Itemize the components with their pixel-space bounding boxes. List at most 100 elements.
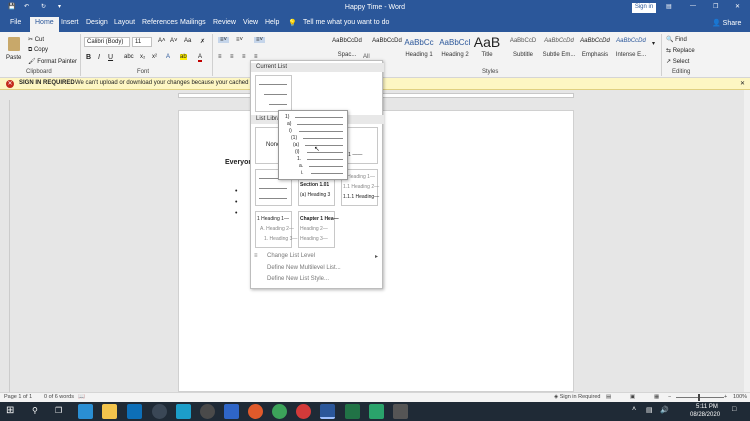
proofing-icon[interactable]: 📖 [78, 394, 85, 400]
zoom-out-icon[interactable]: − [668, 394, 671, 400]
tab-mailings[interactable]: Mailings [180, 19, 206, 26]
print-layout-icon[interactable]: ▣ [630, 394, 635, 400]
define-multilevel-list-item[interactable]: Define New Multilevel List... [267, 265, 341, 271]
firefox-icon[interactable] [248, 404, 263, 419]
notifications-icon[interactable]: □ [732, 406, 736, 413]
tile-text: 1. Heading 3— [264, 236, 298, 242]
font-size-select[interactable]: 11 [132, 37, 152, 47]
redo-icon[interactable]: ↻ [41, 3, 46, 10]
settings-icon[interactable] [200, 404, 215, 419]
ribbon-display-options-icon[interactable]: ▤ [666, 3, 672, 10]
submenu-arrow-icon: ▸ [375, 254, 379, 260]
grow-font-icon[interactable]: A˄ [158, 38, 166, 44]
styles-scroll-icon[interactable]: ▾ [652, 40, 655, 47]
tab-references[interactable]: References [142, 19, 178, 26]
calculator-icon[interactable] [224, 404, 239, 419]
file-explorer-icon[interactable] [102, 404, 117, 419]
undo-icon[interactable]: ↶ [24, 3, 29, 10]
find-button[interactable]: 🔍 Find [666, 36, 687, 43]
volume-icon[interactable]: 🔊 [660, 406, 669, 414]
focus-icon[interactable]: ▤ [606, 394, 611, 400]
bold-button[interactable]: B [86, 54, 91, 61]
cut-button[interactable]: ✂ Cut [28, 36, 44, 43]
tab-file[interactable]: File [10, 19, 21, 26]
tab-layout[interactable]: Layout [114, 19, 135, 26]
media-icon[interactable] [296, 404, 311, 419]
excel-icon[interactable] [345, 404, 360, 419]
clock-date[interactable]: 08/28/2020 [690, 412, 720, 418]
store-icon[interactable] [127, 404, 142, 419]
bullets-icon[interactable]: ≡˅ [218, 37, 230, 43]
highlight-icon[interactable]: ab [180, 54, 187, 60]
font-name-select[interactable]: Calibri (Body) [84, 37, 130, 47]
customize-quick-access-icon[interactable]: ▾ [58, 3, 61, 10]
list-line [295, 117, 343, 118]
current-list-tile[interactable] [255, 75, 292, 112]
zoom-slider-thumb[interactable] [698, 394, 700, 401]
clock-icon[interactable] [152, 404, 167, 419]
list-heading-letter-tile[interactable]: 1 Heading 1— A. Heading 2— 1. Heading 3— [255, 211, 297, 248]
paint-icon[interactable] [393, 404, 408, 419]
numbering-icon[interactable]: ≡˅ [236, 37, 243, 43]
windows-start-icon[interactable]: ⊞ [6, 405, 14, 416]
word-icon[interactable] [320, 404, 335, 419]
multilevel-list-icon[interactable]: ≡˅ [254, 37, 266, 43]
tell-me-search[interactable]: Tell me what you want to do [303, 19, 389, 26]
title-bar: 💾 ↶ ↻ ▾ Happy Time - Word Sign in ▤ — ❐ … [0, 0, 750, 16]
underline-button[interactable]: U [108, 54, 113, 61]
vertical-scrollbar[interactable] [744, 90, 750, 392]
task-view-icon[interactable]: ❐ [55, 406, 62, 415]
network-icon[interactable]: ▤ [646, 406, 653, 414]
save-icon[interactable]: 💾 [8, 3, 15, 10]
clear-formatting-icon[interactable]: ✗ [200, 38, 205, 45]
minimize-icon[interactable]: — [690, 3, 696, 9]
style-intense-emphasis[interactable]: AaBbCcDd Intense E... [610, 36, 652, 66]
system-tray-icon[interactable]: ˄ [632, 406, 636, 413]
level-3-label: i) [289, 128, 292, 134]
zoom-slider[interactable] [676, 397, 724, 398]
tab-design[interactable]: Design [86, 19, 108, 26]
tab-view[interactable]: View [243, 19, 258, 26]
italic-button[interactable]: I [98, 54, 100, 61]
replace-button[interactable]: ⇆ Replace [666, 47, 695, 54]
page-count[interactable]: Page 1 of 1 [4, 394, 32, 400]
restore-icon[interactable]: ❐ [713, 3, 718, 10]
tab-home[interactable]: Home [30, 17, 59, 32]
app-icon[interactable] [176, 404, 191, 419]
font-color-icon[interactable]: A [198, 54, 203, 62]
tab-insert[interactable]: Insert [61, 19, 79, 26]
format-painter-button[interactable]: 🖌 Format Painter [28, 58, 77, 65]
clock-time[interactable]: 5:11 PM [696, 404, 718, 410]
zoom-in-icon[interactable]: + [724, 394, 727, 400]
strikethrough-button[interactable]: abc [124, 54, 134, 60]
publisher-icon[interactable] [369, 404, 384, 419]
superscript-button[interactable]: x² [152, 54, 157, 60]
select-button[interactable]: ↗ Select [666, 58, 689, 65]
chrome-icon[interactable] [272, 404, 287, 419]
share-button[interactable]: 👤 Share [712, 19, 741, 27]
zoom-level[interactable]: 100% [733, 394, 747, 400]
tab-help[interactable]: Help [265, 19, 279, 26]
align-center-icon[interactable]: ≡ [230, 54, 234, 60]
text-effects-icon[interactable]: A [166, 54, 170, 60]
close-icon[interactable]: ✕ [735, 3, 740, 10]
paste-button[interactable]: Paste [4, 35, 24, 61]
align-right-icon[interactable]: ≡ [242, 54, 246, 60]
sign-in-button[interactable]: Sign in [632, 3, 656, 13]
edge-icon[interactable] [78, 404, 93, 419]
web-layout-icon[interactable]: ▦ [654, 394, 659, 400]
change-list-level-item[interactable]: Change List Level [267, 253, 315, 259]
copy-button[interactable]: ⧉ Copy [28, 47, 48, 54]
subscript-button[interactable]: x₂ [140, 54, 145, 60]
search-icon[interactable]: ⚲ [32, 406, 38, 415]
close-message-icon[interactable]: ✕ [740, 80, 745, 87]
align-left-icon[interactable]: ≡ [218, 54, 222, 60]
define-list-style-item[interactable]: Define New List Style... [267, 276, 329, 282]
change-case-icon[interactable]: Aa [184, 38, 191, 44]
word-count[interactable]: 0 of 6 words [44, 394, 74, 400]
accessibility-status[interactable]: ◈ Sign in Required [554, 394, 600, 400]
list-chapter-tile[interactable]: Chapter 1 Hea— Heading 2— Heading 3— [298, 211, 339, 248]
list-filter[interactable]: All [363, 54, 370, 60]
shrink-font-icon[interactable]: A˅ [170, 38, 178, 44]
tab-review[interactable]: Review [213, 19, 236, 26]
